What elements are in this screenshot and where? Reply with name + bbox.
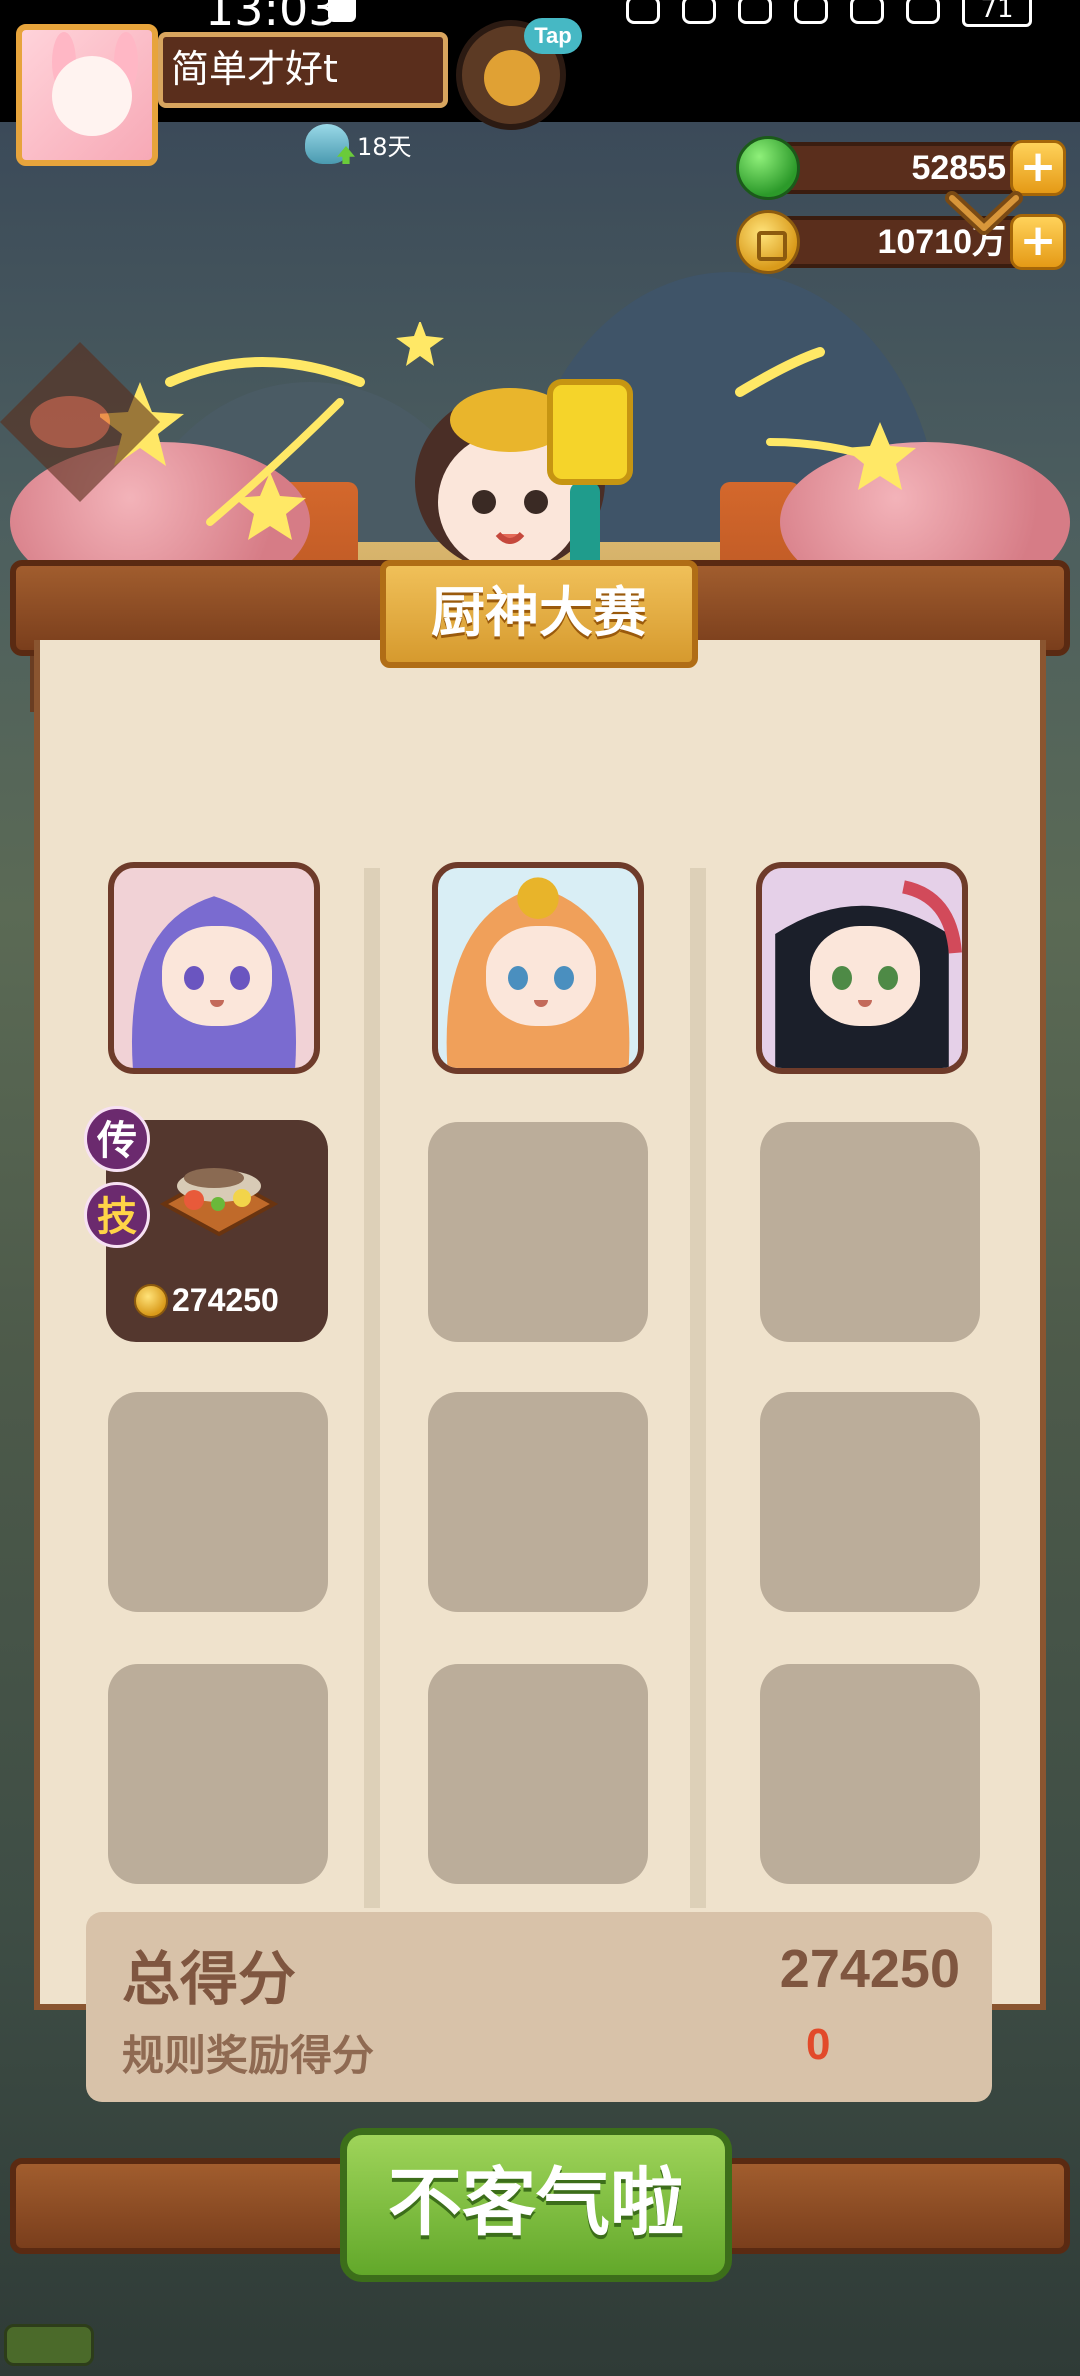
login-days-badge: 18天 bbox=[305, 124, 412, 164]
empty-dish-slot[interactable] bbox=[760, 1392, 980, 1612]
chevron-down-icon[interactable] bbox=[944, 190, 1024, 240]
chef-3-face bbox=[810, 926, 920, 1026]
nfc-icon bbox=[738, 0, 772, 24]
chef-3-eye bbox=[878, 966, 898, 990]
app-notification-icon bbox=[328, 0, 356, 22]
column-divider bbox=[690, 868, 706, 1908]
fish-dish-icon bbox=[159, 1168, 279, 1237]
empty-dish-slot[interactable] bbox=[428, 1664, 648, 1884]
chef-3-mouth bbox=[858, 1000, 872, 1007]
alarm-icon bbox=[794, 0, 828, 24]
empty-dish-slot[interactable] bbox=[760, 1122, 980, 1342]
taptap-badge: Tap bbox=[524, 18, 582, 54]
total-score-value: 274250 bbox=[779, 1939, 960, 1999]
chef-3-eye bbox=[832, 966, 852, 990]
legendary-tag: 传 bbox=[84, 1106, 150, 1172]
signal-icon bbox=[906, 0, 940, 24]
lantern-up-icon bbox=[305, 124, 349, 164]
chef-1-mouth bbox=[210, 1000, 224, 1007]
koi-fish-icon bbox=[0, 342, 160, 502]
status-icons: 71 bbox=[626, 0, 1032, 28]
chef-2-face bbox=[486, 926, 596, 1026]
chef-portrait-1[interactable] bbox=[108, 862, 320, 1074]
taptap-button[interactable]: Tap bbox=[456, 18, 582, 130]
battery-level: 71 bbox=[980, 0, 1014, 24]
vibrate-icon bbox=[850, 0, 884, 24]
chef-2-mouth bbox=[534, 1000, 548, 1007]
status-time: 13:03 bbox=[205, 0, 338, 36]
score-summary: 总得分 274250 规则奖励得分 0 bbox=[86, 1912, 992, 2102]
hd-icon bbox=[626, 0, 660, 24]
chef-1-eye bbox=[184, 966, 204, 990]
chef-portrait-3[interactable] bbox=[756, 862, 968, 1074]
empty-dish-slot[interactable] bbox=[108, 1664, 328, 1884]
add-apples-button[interactable]: + bbox=[1010, 140, 1066, 196]
chef-1-eye bbox=[230, 966, 250, 990]
login-days: 18天 bbox=[357, 132, 412, 161]
player-name: 简单才好t bbox=[171, 47, 338, 91]
chef-2-eye bbox=[554, 966, 574, 990]
avatar-face bbox=[52, 56, 132, 136]
apple-icon bbox=[736, 136, 800, 200]
bonus-score-label: 规则奖励得分 bbox=[122, 2031, 375, 2080]
skill-tag: 技 bbox=[84, 1182, 150, 1248]
chef-2-eye bbox=[508, 966, 528, 990]
chef-1-face bbox=[162, 926, 272, 1026]
player-avatar[interactable] bbox=[16, 24, 158, 166]
chef-portrait-2[interactable] bbox=[432, 862, 644, 1074]
column-divider bbox=[364, 868, 380, 1908]
taptap-face-icon bbox=[484, 50, 540, 106]
empty-dish-slot[interactable] bbox=[760, 1664, 980, 1884]
empty-dish-slot[interactable] bbox=[428, 1122, 648, 1342]
eye-icon bbox=[682, 0, 716, 24]
empty-dish-slot[interactable] bbox=[428, 1392, 648, 1612]
bonus-score-value: 0 bbox=[806, 2020, 831, 2069]
player-name-plate[interactable]: 简单才好t bbox=[158, 32, 448, 108]
coin-icon bbox=[134, 1283, 168, 1318]
battery-icon: 71 bbox=[962, 0, 1032, 27]
panel-title: 厨神大赛 bbox=[380, 560, 698, 668]
dish-score: 274250 bbox=[134, 1282, 279, 1319]
side-event-icon[interactable] bbox=[0, 342, 160, 512]
coin-icon bbox=[736, 210, 800, 274]
total-score-label: 总得分 bbox=[122, 1945, 297, 2013]
mini-toggle[interactable] bbox=[4, 2324, 94, 2366]
confirm-button[interactable]: 不客气啦 bbox=[340, 2128, 732, 2282]
empty-dish-slot[interactable] bbox=[108, 1392, 328, 1612]
dish-score-value: 274250 bbox=[172, 1282, 279, 1318]
apple-amount: 52855 bbox=[766, 142, 1036, 194]
